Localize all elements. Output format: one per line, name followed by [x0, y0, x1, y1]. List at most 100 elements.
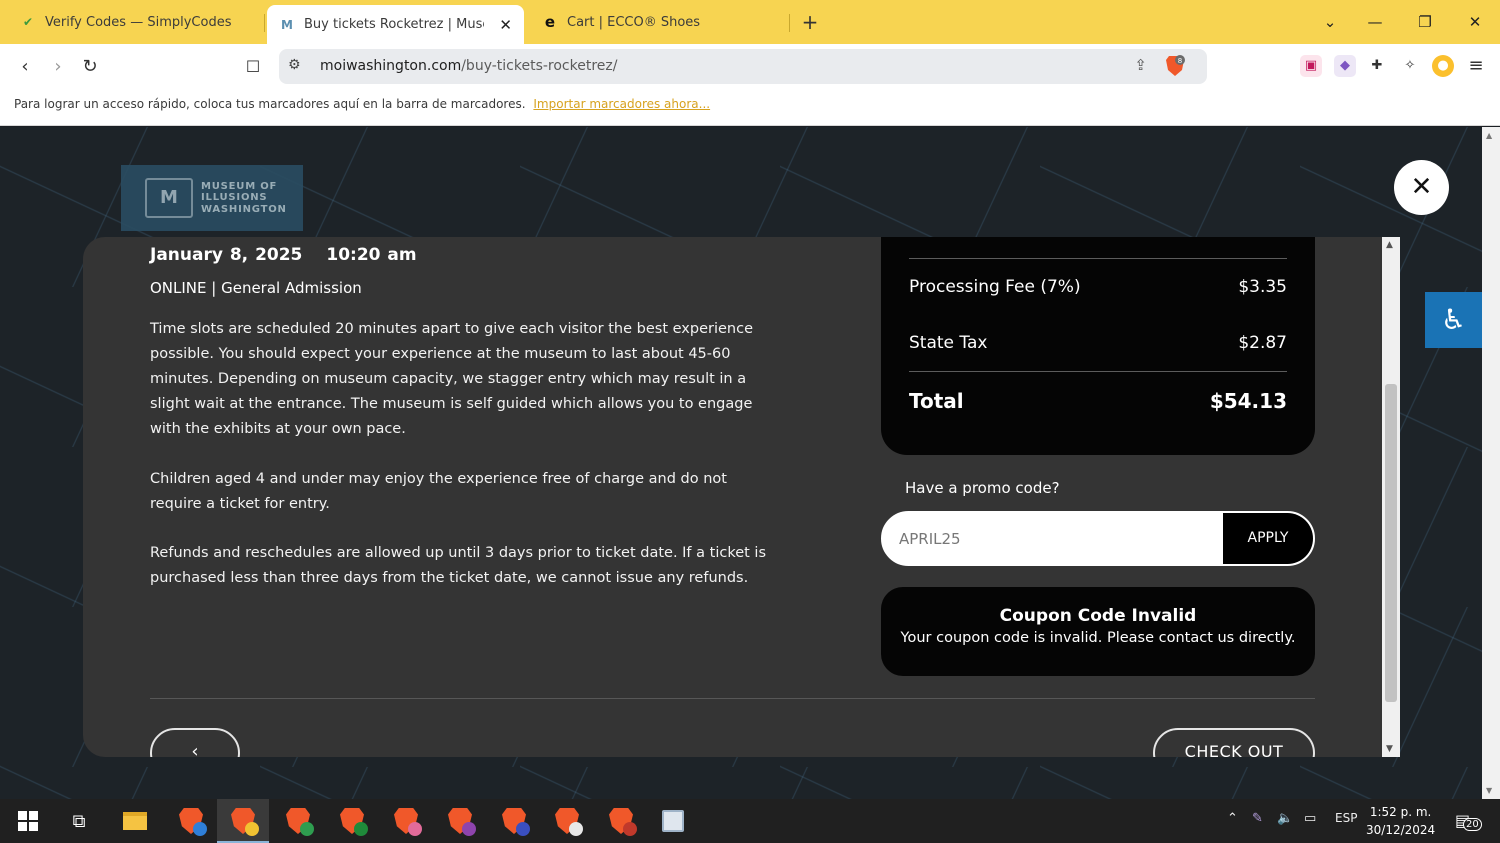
- close-icon: ✕: [1410, 172, 1433, 202]
- ecco-favicon-icon: e: [544, 13, 556, 31]
- notifications-icon[interactable]: ▤ 20: [1455, 811, 1482, 831]
- wallet-icon[interactable]: ●: [1432, 55, 1454, 77]
- modal-scrollbar-thumb[interactable]: [1385, 384, 1397, 702]
- visit-date: January 8, 2025: [150, 245, 303, 265]
- visit-time: 10:20 am: [326, 245, 417, 265]
- back-button[interactable]: ‹: [150, 728, 240, 757]
- back-icon[interactable]: ‹: [11, 53, 39, 81]
- restore-icon[interactable]: ❐: [1411, 8, 1439, 36]
- notification-count: 20: [1463, 818, 1482, 831]
- bookmarks-bar: Para lograr un acceso rápido, coloca tus…: [0, 90, 1500, 126]
- extension-icon[interactable]: ▣: [1300, 55, 1322, 77]
- brave-shields-icon[interactable]: 8: [1165, 55, 1185, 77]
- brave-window-icon[interactable]: [390, 805, 422, 837]
- tab-strip: ✔ Verify Codes — SimplyCodes M Buy ticke…: [0, 0, 1500, 44]
- museum-logo[interactable]: M MUSEUM OF ILLUSIONS WASHINGTON: [121, 165, 303, 231]
- close-tab-icon[interactable]: ✕: [493, 16, 512, 34]
- scroll-down-arrow-icon[interactable]: ▼: [1486, 786, 1492, 795]
- close-window-icon[interactable]: ✕: [1461, 8, 1489, 36]
- brave-window-icon[interactable]: [605, 805, 637, 837]
- new-tab-icon[interactable]: +: [798, 10, 822, 34]
- clock-date: 30/12/2024: [1366, 823, 1436, 837]
- extension-icon[interactable]: ◆: [1334, 55, 1356, 77]
- processing-fee-row: Processing Fee (7%) $3.35: [909, 277, 1287, 297]
- clock-time: 1:52 p. m.: [1369, 805, 1432, 819]
- processing-fee-label: Processing Fee (7%): [909, 277, 1081, 297]
- brave-window-icon[interactable]: [175, 805, 207, 837]
- brave-window-icon[interactable]: [551, 805, 583, 837]
- task-view-icon[interactable]: ⧉: [63, 805, 95, 837]
- accessibility-button[interactable]: ♿: [1425, 292, 1482, 348]
- language-indicator[interactable]: ESP: [1335, 811, 1357, 825]
- visit-datetime: January 8, 2025 10:20 am: [150, 245, 417, 265]
- tab-verify-codes[interactable]: ✔ Verify Codes — SimplyCodes: [8, 5, 262, 39]
- museum-favicon-icon: M: [281, 17, 293, 32]
- ticket-type: ONLINE | General Admission: [150, 279, 362, 297]
- pen-icon[interactable]: ✎: [1252, 811, 1263, 826]
- brave-window-icon[interactable]: [282, 805, 314, 837]
- forward-icon[interactable]: ›: [44, 53, 72, 81]
- share-icon[interactable]: ⇪: [1134, 56, 1147, 74]
- file-explorer-icon[interactable]: [119, 805, 151, 837]
- browser-toolbar: ‹ › ↻ ☐ ⚙ moiwashington.com/buy-tickets-…: [0, 44, 1500, 90]
- brave-window-icon[interactable]: [336, 805, 368, 837]
- footer-divider: [150, 698, 1315, 699]
- tab-title: Cart | ECCO® Shoes: [567, 14, 701, 30]
- promo-code-input[interactable]: [883, 513, 1225, 564]
- brave-window-icon[interactable]: [444, 805, 476, 837]
- summary-divider: [909, 258, 1287, 259]
- start-button[interactable]: [12, 805, 44, 837]
- bookmark-icon[interactable]: ☐: [239, 53, 267, 81]
- order-summary: Processing Fee (7%) $3.35 State Tax $2.8…: [881, 237, 1315, 455]
- promo-code-form: APPLY: [881, 511, 1315, 566]
- scroll-down-arrow-icon[interactable]: ▼: [1386, 744, 1393, 754]
- svg-text:8: 8: [1178, 57, 1182, 65]
- state-tax-label: State Tax: [909, 333, 988, 353]
- total-row: Total $54.13: [909, 389, 1287, 413]
- state-tax-row: State Tax $2.87: [909, 333, 1287, 353]
- bookmarks-message: Para lograr un acceso rápido, coloca tus…: [14, 97, 711, 111]
- tab-separator: [789, 14, 790, 32]
- promo-code-label: Have a promo code?: [905, 479, 1060, 497]
- close-modal-button[interactable]: ✕: [1394, 160, 1449, 215]
- scroll-up-arrow-icon[interactable]: ▲: [1386, 240, 1393, 250]
- windows-taskbar: ⧉ ⌃ ✎ 🔈 ▭ ESP 1:52 p. m. 30/12/2024 ▤ 20: [0, 799, 1500, 843]
- volume-icon[interactable]: 🔈: [1277, 811, 1293, 826]
- tab-ecco-cart[interactable]: e Cart | ECCO® Shoes: [530, 5, 786, 39]
- tab-title: Buy tickets Rocketrez | Museum: [304, 17, 484, 32]
- state-tax-value: $2.87: [1238, 333, 1287, 353]
- page-scrollbar[interactable]: ▲ ▼: [1482, 127, 1500, 799]
- battery-icon[interactable]: ▭: [1304, 811, 1316, 826]
- address-bar[interactable]: ⚙ moiwashington.com/buy-tickets-rocketre…: [279, 49, 1207, 84]
- accessibility-icon: ♿: [1440, 303, 1467, 336]
- checkout-button[interactable]: CHECK OUT: [1153, 728, 1315, 757]
- apply-button[interactable]: APPLY: [1223, 513, 1313, 564]
- minimize-icon[interactable]: —: [1361, 8, 1389, 36]
- checkout-modal: January 8, 2025 10:20 am ONLINE | General…: [83, 237, 1400, 757]
- reload-icon[interactable]: ↻: [76, 53, 104, 81]
- scroll-up-arrow-icon[interactable]: ▲: [1486, 131, 1492, 140]
- brave-window-icon[interactable]: [498, 805, 530, 837]
- show-hidden-icons-chevron-icon[interactable]: ⌃: [1227, 811, 1238, 826]
- windows-icon: [18, 811, 38, 831]
- leo-ai-icon[interactable]: ✧: [1399, 55, 1421, 77]
- total-value: $54.13: [1209, 389, 1287, 413]
- alert-message: Your coupon code is invalid. Please cont…: [900, 630, 1296, 646]
- modal-scrollbar[interactable]: ▲ ▼: [1382, 237, 1400, 757]
- url-text[interactable]: moiwashington.com/buy-tickets-rocketrez/: [320, 58, 617, 74]
- museum-logo-mark-icon: M: [145, 178, 193, 218]
- extensions-puzzle-icon[interactable]: ✚: [1366, 55, 1388, 77]
- tab-buy-tickets[interactable]: M Buy tickets Rocketrez | Museum ✕: [267, 5, 524, 44]
- import-bookmarks-link[interactable]: Importar marcadores ahora...: [533, 97, 710, 111]
- site-info-icon[interactable]: ⚙: [288, 57, 301, 73]
- info-paragraph: Time slots are scheduled 20 minutes apar…: [150, 321, 753, 437]
- tab-search-chevron-icon[interactable]: ⌄: [1316, 8, 1344, 36]
- brave-window-icon[interactable]: [217, 805, 269, 843]
- museum-logo-text: MUSEUM OF ILLUSIONS WASHINGTON: [201, 180, 287, 215]
- system-clock[interactable]: 1:52 p. m. 30/12/2024: [1366, 803, 1435, 839]
- app-window-icon[interactable]: [657, 805, 689, 837]
- tab-title: Verify Codes — SimplyCodes: [45, 14, 232, 30]
- menu-icon[interactable]: ≡: [1465, 55, 1487, 77]
- alert-title: Coupon Code Invalid: [999, 606, 1197, 626]
- tab-separator: [264, 14, 265, 32]
